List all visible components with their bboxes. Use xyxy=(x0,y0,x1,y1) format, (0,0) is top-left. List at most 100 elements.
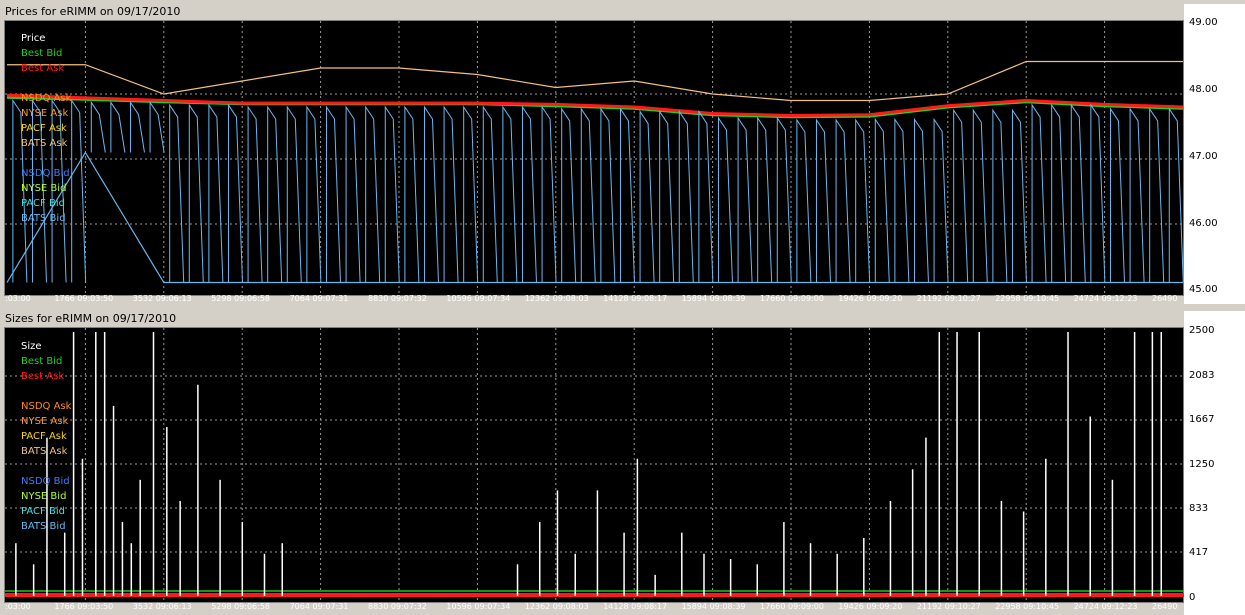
legend-bats-ask: BATS Ask xyxy=(21,138,68,149)
bid-drop-mark xyxy=(855,118,871,283)
bid-drop-mark xyxy=(737,116,753,283)
legend-nsdq-bid: NSDQ Bid xyxy=(21,476,70,487)
bid-drop-mark xyxy=(345,105,361,283)
x-tick-label: 1766 09:03:50 xyxy=(54,294,114,303)
legend-best-bid: Best Bid xyxy=(21,356,63,367)
size-baseline-bid xyxy=(5,590,1185,592)
bid-drop-mark xyxy=(502,105,518,283)
bid-drop-mark xyxy=(149,100,165,153)
bid-drop-mark xyxy=(1031,103,1047,283)
legend-nyse-ask: NYSE Ask xyxy=(21,108,69,119)
bid-drop-mark xyxy=(404,105,420,283)
x-tick-label: 19426 09:09:20 xyxy=(838,602,903,611)
price-plot-area[interactable]: Price Best Bid Best Ask NSDQ Ask NYSE As… xyxy=(4,20,1185,297)
price-ytick: 47.00 xyxy=(1189,151,1218,162)
x-tick-label: 5298 09:06:58 xyxy=(211,602,271,611)
size-ytick: 833 xyxy=(1189,503,1209,514)
legend-best-bid: Best Bid xyxy=(21,48,63,59)
legend-pacf-bid: PACF Bid xyxy=(21,198,65,209)
x-tick-label: 22958 09:10:45 xyxy=(995,602,1060,611)
price-chart-title: Prices for eRIMM on 09/17/2010 xyxy=(0,4,1245,20)
x-tick-label: 3532 09:06:13 xyxy=(132,294,192,303)
x-tick-label: 12362 09:08:03 xyxy=(524,602,589,611)
bid-drop-mark xyxy=(953,108,969,283)
bid-drop-mark xyxy=(717,116,733,283)
x-tick-label: :03:00 xyxy=(5,602,31,611)
size-baseline-ask xyxy=(5,593,1185,597)
legend-bats-ask: BATS Ask xyxy=(21,446,68,457)
bid-drop-mark xyxy=(561,107,577,283)
price-ytick: 46.00 xyxy=(1189,218,1218,229)
size-ytick: 0 xyxy=(1189,592,1196,603)
x-tick-label: 10596 09:07:34 xyxy=(446,294,511,303)
bid-drop-mark xyxy=(600,107,616,283)
bid-drop-mark xyxy=(188,103,204,283)
x-tick-label: 3532 09:06:13 xyxy=(132,602,192,611)
size-ytick: 417 xyxy=(1189,547,1209,558)
bid-drop-mark xyxy=(972,108,988,283)
bid-drop-mark xyxy=(1051,103,1067,283)
size-ytick: 1667 xyxy=(1189,414,1215,425)
bid-drop-mark xyxy=(874,117,890,283)
size-chart-svg xyxy=(5,328,1185,604)
series-line-bats-ask xyxy=(7,60,1183,102)
bid-drop-mark xyxy=(482,105,498,283)
bid-drop-mark xyxy=(639,109,655,283)
legend-bats-bid: BATS Bid xyxy=(21,213,66,224)
bid-drop-mark xyxy=(757,116,773,283)
legend-bats-bid: BATS Bid xyxy=(21,521,66,532)
price-ytick: 45.00 xyxy=(1189,284,1218,295)
legend-nyse-ask: NYSE Ask xyxy=(21,416,69,427)
x-tick-label: 21192 09:10:27 xyxy=(916,602,981,611)
x-tick-label: 24724 09:12:23 xyxy=(1073,602,1138,611)
x-tick-label: 14128 09:08:17 xyxy=(603,602,668,611)
size-chart-title: Sizes for eRIMM on 09/17/2010 xyxy=(0,311,1245,327)
bid-drop-mark xyxy=(678,109,694,283)
bid-drop-mark xyxy=(933,117,949,283)
price-ytick: 48.00 xyxy=(1189,84,1218,95)
bid-drop-mark xyxy=(325,105,341,283)
bid-drop-mark xyxy=(286,105,302,283)
x-tick-label: 22958 09:10:45 xyxy=(995,294,1060,303)
bid-drop-mark xyxy=(71,98,87,283)
x-tick-label: 10596 09:07:34 xyxy=(446,602,511,611)
bid-drop-mark xyxy=(129,100,145,153)
x-tick-label: 19426 09:09:20 xyxy=(838,294,903,303)
legend-nsdq-bid: NSDQ Bid xyxy=(21,168,70,179)
price-legend: Price Best Bid Best Ask NSDQ Ask NYSE As… xyxy=(21,31,71,226)
x-tick-label: 26490 xyxy=(1152,294,1178,303)
legend-best-ask: Best Ask xyxy=(21,63,65,74)
x-tick-label: 21192 09:10:27 xyxy=(916,294,981,303)
bid-drop-mark xyxy=(619,107,635,283)
x-tick-label: 15894 09:08:39 xyxy=(681,602,746,611)
bid-drop-mark xyxy=(267,105,283,283)
size-plot-area[interactable]: Size Best Bid Best Ask NSDQ Ask NYSE Ask… xyxy=(4,327,1185,604)
bid-drop-mark xyxy=(365,105,381,283)
bid-drop-mark xyxy=(1070,103,1086,283)
bid-drop-mark xyxy=(1149,107,1165,283)
size-ytick: 2500 xyxy=(1189,325,1215,336)
x-tick-label: :03:00 xyxy=(5,294,31,303)
bid-drop-mark xyxy=(835,118,851,283)
bid-drop-mark xyxy=(913,117,929,283)
x-tick-label: 1766 09:03:50 xyxy=(54,602,114,611)
legend-pacf-ask: PACF Ask xyxy=(21,123,67,134)
bid-drop-mark xyxy=(521,105,537,283)
bid-drop-mark xyxy=(698,109,714,283)
bid-drop-mark xyxy=(247,105,263,283)
x-tick-label: 8830 09:07:32 xyxy=(368,294,427,303)
price-chart-svg xyxy=(5,21,1185,297)
bid-drop-mark xyxy=(443,105,459,283)
x-tick-label: 7064 09:07:31 xyxy=(289,294,349,303)
price-legend-title: Price xyxy=(21,33,46,44)
legend-nyse-bid: NYSE Bid xyxy=(21,183,67,194)
legend-pacf-ask: PACF Ask xyxy=(21,431,67,442)
x-tick-label: 17660 09:09:00 xyxy=(760,602,824,611)
legend-nsdq-ask: NSDQ Ask xyxy=(21,401,72,412)
x-tick-label: 8830 09:07:32 xyxy=(368,602,427,611)
x-tick-label: 14128 09:08:17 xyxy=(603,294,668,303)
size-ytick: 1250 xyxy=(1189,459,1215,470)
bid-drop-mark xyxy=(423,105,439,283)
bid-drop-mark xyxy=(659,109,675,283)
size-legend: Size Best Bid Best Ask NSDQ Ask NYSE Ask… xyxy=(21,339,71,534)
